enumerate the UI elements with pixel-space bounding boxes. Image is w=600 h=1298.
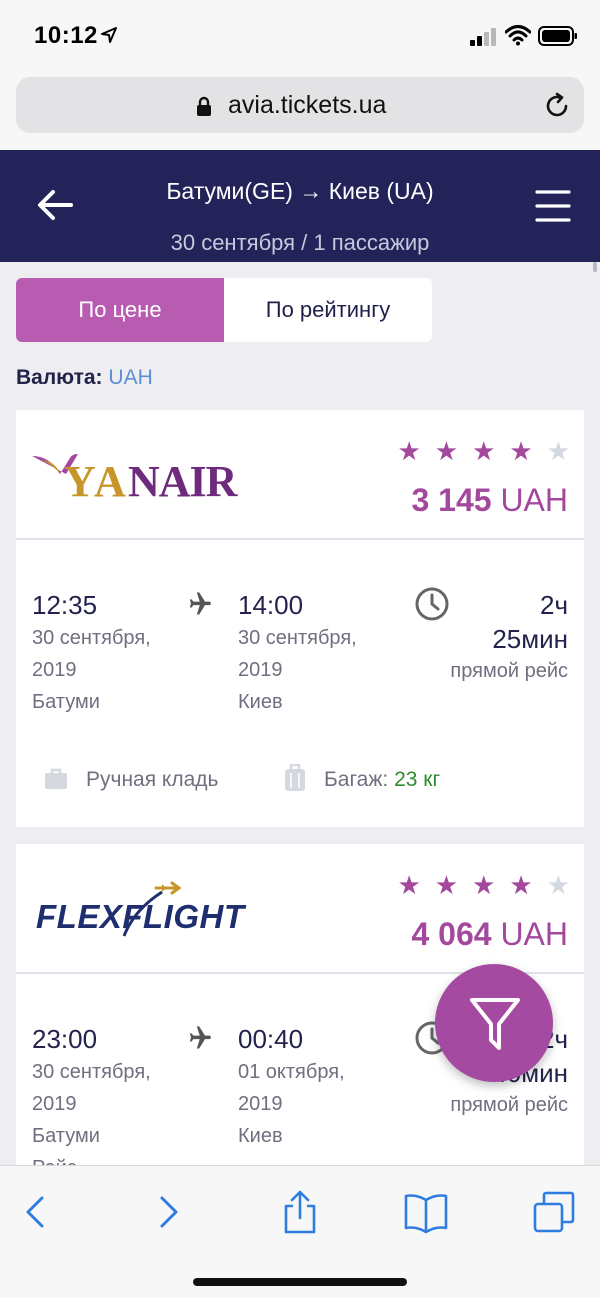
hand-luggage-label: Ручная кладь bbox=[86, 768, 219, 791]
clock-icon bbox=[415, 587, 449, 621]
rating-stars: ★ ★ ★ ★ ★ bbox=[397, 870, 570, 901]
tabs-icon[interactable] bbox=[532, 1190, 576, 1234]
flight-card-header: FLEXFLIGHT ★ ★ ★ ★ ★ 4 064 UAH bbox=[16, 844, 584, 974]
arrival-info: 30 сентября, 2019 Киев bbox=[238, 622, 357, 718]
svg-text:NAIR: NAIR bbox=[128, 457, 239, 506]
svg-text:Y: Y bbox=[64, 457, 95, 506]
currency-selector: Валюта: UAH bbox=[16, 366, 153, 390]
star-icon: ★ bbox=[434, 436, 459, 466]
baggage-label: Багаж: bbox=[324, 768, 389, 791]
star-empty-icon: ★ bbox=[546, 436, 570, 466]
price-currency: UAH bbox=[500, 482, 568, 518]
duration-minutes: 25мин bbox=[492, 624, 568, 654]
departure-info: 30 сентября, 2019 Батуми bbox=[32, 622, 151, 718]
star-icon: ★ bbox=[509, 870, 533, 900]
bookmarks-icon[interactable] bbox=[404, 1190, 448, 1234]
baggage-info: Багаж: 23 кг bbox=[324, 768, 440, 792]
arrival-date: 01 октября, bbox=[238, 1061, 345, 1083]
filter-button[interactable] bbox=[435, 964, 553, 1082]
baggage-icon bbox=[285, 764, 305, 791]
browser-back-icon[interactable] bbox=[14, 1190, 58, 1234]
currency-value-link[interactable]: UAH bbox=[108, 366, 152, 389]
scroll-indicator bbox=[593, 262, 597, 272]
svg-text:FLEXFLIGHT: FLEXFLIGHT bbox=[36, 898, 247, 935]
departure-year: 2019 bbox=[32, 1093, 77, 1115]
arrival-date: 30 сентября, bbox=[238, 627, 357, 649]
baggage-value: 23 кг bbox=[394, 768, 441, 791]
share-icon[interactable] bbox=[278, 1190, 322, 1234]
price: 4 064 UAH bbox=[411, 916, 568, 953]
status-bar: 10:12 bbox=[0, 0, 600, 72]
duration-hours: 2ч bbox=[539, 590, 568, 620]
battery-icon bbox=[538, 26, 577, 46]
arrival-city: Киев bbox=[238, 691, 283, 713]
departure-city: Батуми bbox=[32, 691, 100, 713]
filter-icon bbox=[470, 998, 520, 1050]
reload-icon[interactable] bbox=[543, 92, 571, 120]
departure-date: 30 сентября, bbox=[32, 627, 151, 649]
browser-forward-icon[interactable] bbox=[146, 1190, 190, 1234]
departure-time: 23:00 bbox=[32, 1024, 98, 1054]
price-amount: 3 145 bbox=[411, 482, 492, 518]
wifi-icon bbox=[505, 25, 531, 46]
hand-luggage-icon bbox=[45, 768, 67, 789]
sort-segmented-control: По цене По рейтингу bbox=[16, 278, 432, 342]
airplane-icon bbox=[189, 592, 211, 615]
location-arrow-icon bbox=[101, 27, 117, 43]
price-currency: UAH bbox=[500, 916, 568, 952]
hamburger-menu-icon[interactable] bbox=[535, 188, 571, 224]
departure-city: Батуми bbox=[32, 1125, 100, 1147]
flight-type: прямой рейс bbox=[450, 1094, 568, 1116]
lock-icon bbox=[197, 96, 211, 116]
page-header: Батуми(GE) → Киев (UA) 30 сентября / 1 п… bbox=[0, 150, 600, 262]
currency-label: Валюта: bbox=[16, 366, 103, 389]
status-time: 10:12 bbox=[34, 22, 98, 49]
airplane-icon bbox=[189, 1026, 211, 1049]
route-title: Батуми(GE) → Киев (UA) bbox=[166, 178, 434, 204]
browser-toolbar bbox=[0, 1165, 600, 1298]
price-amount: 4 064 bbox=[411, 916, 492, 952]
duration: 2ч 25мин bbox=[492, 588, 568, 656]
arrival-year: 2019 bbox=[238, 659, 283, 681]
star-icon: ★ bbox=[397, 870, 421, 900]
star-icon: ★ bbox=[472, 870, 496, 900]
sort-by-rating-button[interactable]: По рейтингу bbox=[224, 278, 432, 342]
arrival-city: Киев bbox=[238, 1125, 283, 1147]
flight-card-header: Y A NAIR ★ ★ ★ ★ ★ 3 145 UAH bbox=[16, 410, 584, 540]
flexflight-logo: FLEXFLIGHT bbox=[36, 881, 247, 937]
arrival-time: 00:40 bbox=[238, 1024, 304, 1054]
cellular-signal-icon bbox=[470, 28, 496, 46]
arrival-info: 01 октября, 2019 Киев bbox=[238, 1056, 345, 1152]
star-icon: ★ bbox=[434, 870, 459, 900]
arrival-time: 14:00 bbox=[238, 590, 304, 620]
flight-type: прямой рейс bbox=[450, 660, 568, 682]
browser-address-area: avia.tickets.ua bbox=[0, 72, 600, 150]
rating-stars: ★ ★ ★ ★ ★ bbox=[397, 436, 570, 467]
flight-card[interactable]: Y A NAIR ★ ★ ★ ★ ★ 3 145 UAH 12:35 30 се… bbox=[16, 410, 584, 827]
departure-time: 12:35 bbox=[32, 590, 98, 620]
baggage-row: Ручная кладь Багаж: 23 кг bbox=[16, 760, 584, 800]
yanair-logo: Y A NAIR bbox=[32, 454, 240, 506]
arrival-year: 2019 bbox=[238, 1093, 283, 1115]
sort-by-price-button[interactable]: По цене bbox=[16, 278, 224, 342]
route-subtitle: 30 сентября / 1 пассажир bbox=[170, 230, 430, 255]
star-icon: ★ bbox=[472, 436, 496, 466]
star-empty-icon: ★ bbox=[546, 870, 570, 900]
star-icon: ★ bbox=[509, 436, 533, 466]
price: 3 145 UAH bbox=[411, 482, 568, 519]
home-indicator bbox=[193, 1278, 407, 1286]
departure-year: 2019 bbox=[32, 659, 77, 681]
flight-details: 12:35 30 сентября, 2019 Батуми 14:00 30 … bbox=[16, 540, 584, 825]
svg-text:A: A bbox=[94, 457, 126, 506]
address-bar[interactable]: avia.tickets.ua bbox=[16, 77, 584, 133]
departure-date: 30 сентября, bbox=[32, 1061, 151, 1083]
url-text: avia.tickets.ua bbox=[228, 91, 387, 119]
star-icon: ★ bbox=[397, 436, 421, 466]
